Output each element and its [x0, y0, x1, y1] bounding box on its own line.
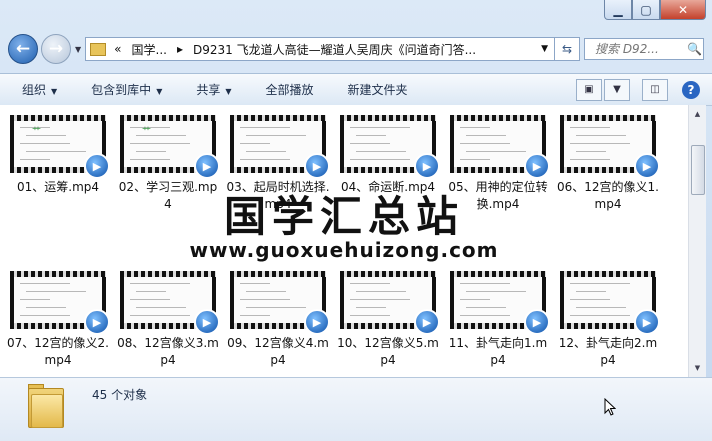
file-item[interactable]: ⺾ ▶ 01、运筹.mp4	[6, 115, 110, 196]
file-name: 02、学习三观.mp4	[118, 180, 218, 211]
video-thumbnail[interactable]: ▶	[10, 271, 110, 335]
file-item[interactable]: ⺾ ▶ 02、学习三观.mp4	[116, 115, 220, 213]
file-item[interactable]: ▶ 10、12宫像义5.mp4	[336, 271, 440, 369]
video-thumbnail[interactable]: ▶	[230, 271, 330, 335]
media-player-icon: ▶	[634, 309, 660, 335]
object-count: 45 个对象	[92, 388, 148, 402]
forward-button[interactable]: →	[41, 34, 71, 64]
file-item[interactable]: ▶ 03、起局时机选择.mp4	[226, 115, 330, 213]
preview-pane-button[interactable]: ◫	[642, 78, 668, 101]
file-item[interactable]: ▶ 12、卦气走向2.mp4	[556, 271, 660, 369]
share-label: 共享	[196, 83, 221, 97]
file-name: 08、12宫像义3.mp4	[117, 336, 219, 367]
navigation-bar: ← → ▼ « 国学... ▸ D9231 飞龙道人高徒—耀道人吴周庆《问道奇门…	[8, 33, 704, 65]
folder-icon	[28, 384, 64, 428]
include-library-menu[interactable]: 包含到库中 ▼	[91, 81, 162, 98]
vertical-scrollbar[interactable]: ▲ ▼	[688, 105, 706, 377]
organize-menu[interactable]: 组织 ▼	[22, 81, 57, 98]
arrow-left-icon: ←	[15, 39, 31, 59]
close-button[interactable]: ✕	[660, 0, 706, 20]
chevron-down-icon: ▼	[156, 87, 163, 96]
minimize-button[interactable]: ▁	[604, 0, 632, 20]
arrow-right-icon: →	[48, 39, 64, 59]
help-button[interactable]: ?	[682, 80, 700, 99]
search-icon: 🔍	[687, 42, 702, 56]
file-name: 12、卦气走向2.mp4	[558, 336, 658, 367]
file-item[interactable]: ▶ 04、命运断.mp4	[336, 115, 440, 196]
video-thumbnail[interactable]: ▶	[450, 115, 550, 179]
file-name: 01、运筹.mp4	[16, 180, 100, 194]
address-prefix[interactable]: «	[114, 42, 121, 56]
file-name: 09、12宫像义4.mp4	[227, 336, 329, 367]
media-player-icon: ▶	[524, 153, 550, 179]
share-menu[interactable]: 共享 ▼	[196, 81, 231, 98]
include-library-label: 包含到库中	[91, 83, 152, 97]
search-box[interactable]: 🔍	[584, 38, 704, 60]
scroll-up-icon[interactable]: ▲	[691, 107, 704, 121]
recent-pages-dropdown[interactable]: ▼	[75, 45, 81, 54]
video-thumbnail[interactable]: ▶	[230, 115, 330, 179]
change-view-button[interactable]: ▣	[576, 78, 602, 101]
maximize-button[interactable]: ▢	[632, 0, 660, 20]
address-separator[interactable]: ▸	[177, 42, 183, 56]
file-item[interactable]: ▶ 05、用神的定位转换.mp4	[446, 115, 550, 213]
video-thumbnail[interactable]: ▶	[340, 115, 440, 179]
media-player-icon: ▶	[194, 309, 220, 335]
scroll-thumb[interactable]	[691, 145, 705, 195]
file-name: 04、命运断.mp4	[340, 180, 436, 194]
help-icon: ?	[687, 82, 695, 97]
chevron-down-icon: ▼	[225, 87, 232, 96]
video-thumbnail[interactable]: ⺾ ▶	[10, 115, 110, 179]
video-thumbnail[interactable]: ▶	[340, 271, 440, 335]
file-name: 03、起局时机选择.mp4	[226, 180, 330, 211]
media-player-icon: ▶	[84, 153, 110, 179]
chevron-down-icon: ▼	[613, 84, 621, 95]
scroll-down-icon[interactable]: ▼	[691, 361, 704, 375]
video-thumbnail[interactable]: ▶	[560, 115, 660, 179]
media-player-icon: ▶	[304, 309, 330, 335]
file-list: ⺾ ▶ 01、运筹.mp4 ⺾ ▶ 02、学习三观.mp4 ▶ 03、起局时机选择.mp4 ▶ 0…	[0, 105, 688, 377]
file-name: 10、12宫像义5.mp4	[337, 336, 439, 367]
file-item[interactable]: ▶ 09、12宫像义4.mp4	[226, 271, 330, 369]
preview-pane-icon: ◫	[650, 84, 660, 95]
play-all-button[interactable]: 全部播放	[266, 81, 314, 98]
media-player-icon: ▶	[304, 153, 330, 179]
mouse-cursor-icon	[604, 398, 616, 416]
address-segment-2[interactable]: D9231 飞龙道人高徒—耀道人吴周庆《问道奇门答...	[193, 41, 476, 58]
address-segment-1[interactable]: 国学...	[132, 41, 167, 58]
file-item[interactable]: ▶ 11、卦气走向1.mp4	[446, 271, 550, 369]
explorer-window: ▁ ▢ ✕ ← → ▼ « 国学... ▸ D9231 飞龙道人高徒—耀道人吴周…	[0, 0, 712, 441]
view-options-dropdown[interactable]: ▼	[604, 78, 630, 101]
folder-icon	[90, 42, 107, 56]
media-player-icon: ▶	[524, 309, 550, 335]
media-player-icon: ▶	[194, 153, 220, 179]
file-name: 05、用神的定位转换.mp4	[448, 180, 548, 211]
file-item[interactable]: ▶ 06、12宫的像义1.mp4	[556, 115, 660, 213]
media-player-icon: ▶	[414, 153, 440, 179]
chevron-down-icon: ▼	[51, 87, 58, 96]
video-thumbnail[interactable]: ⺾ ▶	[120, 115, 220, 179]
refresh-button[interactable]: ⇆	[555, 37, 580, 61]
media-player-icon: ▶	[634, 153, 660, 179]
video-thumbnail[interactable]: ▶	[450, 271, 550, 335]
file-name: 07、12宫的像义2.mp4	[7, 336, 109, 367]
file-name: 11、卦气走向1.mp4	[448, 336, 548, 367]
view-icon: ▣	[584, 84, 594, 95]
address-dropdown[interactable]: ▼	[541, 44, 548, 54]
view-controls: ▣ ▼ ◫ ?	[574, 78, 700, 101]
command-bar: 组织 ▼ 包含到库中 ▼ 共享 ▼ 全部播放 新建文件夹 ▣ ▼ ◫ ?	[0, 73, 712, 106]
file-name: 06、12宫的像义1.mp4	[557, 180, 659, 211]
organize-label: 组织	[22, 83, 47, 97]
caption-buttons: ▁ ▢ ✕	[604, 0, 706, 22]
address-bar[interactable]: « 国学... ▸ D9231 飞龙道人高徒—耀道人吴周庆《问道奇门答... ▼	[85, 37, 555, 61]
search-input[interactable]	[593, 41, 687, 57]
file-item[interactable]: ▶ 08、12宫像义3.mp4	[116, 271, 220, 369]
file-item[interactable]: ▶ 07、12宫的像义2.mp4	[6, 271, 110, 369]
media-player-icon: ▶	[84, 309, 110, 335]
new-folder-button[interactable]: 新建文件夹	[348, 81, 408, 98]
video-thumbnail[interactable]: ▶	[560, 271, 660, 335]
video-thumbnail[interactable]: ▶	[120, 271, 220, 335]
back-button[interactable]: ←	[8, 34, 38, 64]
media-player-icon: ▶	[414, 309, 440, 335]
